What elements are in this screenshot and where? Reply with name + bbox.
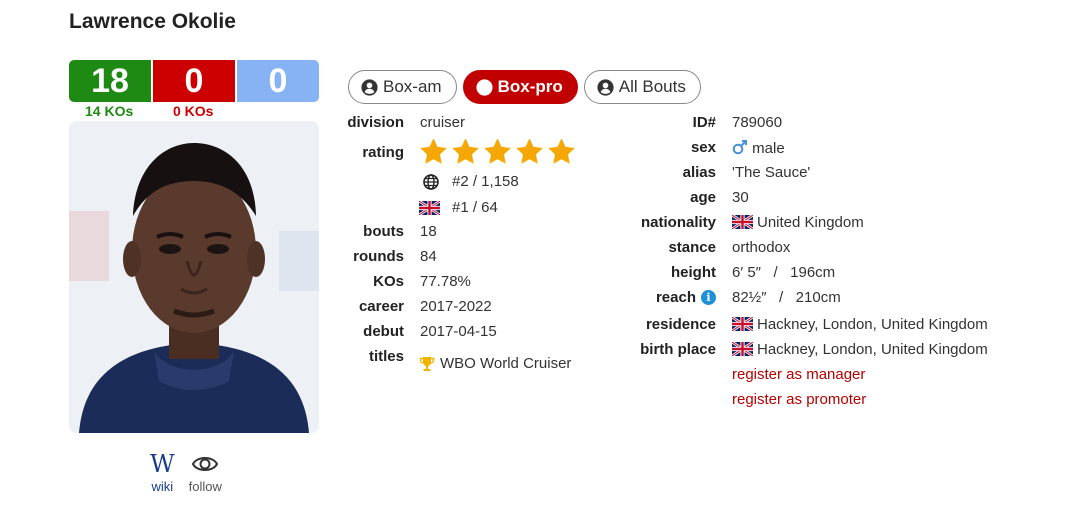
- follow-link[interactable]: follow: [189, 451, 222, 494]
- nationality-value-wrap: United Kingdom: [732, 214, 864, 231]
- star-icon: [450, 136, 481, 167]
- info-icon[interactable]: i: [701, 290, 716, 305]
- reach-label: reach: [655, 289, 696, 306]
- sex-value: male: [752, 140, 785, 157]
- birth-place-label: birth place: [640, 341, 716, 358]
- titles-value: WBO World Cruiser: [440, 355, 572, 372]
- debut-value: 2017-04-15: [420, 323, 497, 340]
- losses-count: 0: [151, 60, 235, 102]
- trophy-icon: [419, 357, 435, 371]
- eye-icon: [192, 457, 219, 471]
- wins-kos: 14 KOs: [85, 103, 134, 119]
- tab-label: All Bouts: [618, 77, 686, 96]
- birth-place-value: Hackney, London, United Kingdom: [757, 341, 988, 358]
- wins-count: 18: [69, 60, 151, 102]
- wiki-link[interactable]: W wiki: [150, 451, 175, 494]
- rounds-value: 84: [420, 248, 437, 265]
- residence-value-wrap: Hackney, London, United Kingdom: [732, 316, 988, 333]
- id-label: ID#: [692, 114, 716, 131]
- world-rank: #2 / 1,158: [452, 173, 519, 190]
- debut-label: debut: [363, 323, 404, 340]
- career-value: 2017-2022: [420, 298, 492, 315]
- rounds-label: rounds: [353, 248, 404, 265]
- record-summary: 18 0 0: [69, 60, 319, 102]
- user-icon: [476, 79, 493, 96]
- wiki-label: wiki: [151, 479, 174, 494]
- stance-value: orthodox: [732, 239, 791, 256]
- titles-label: titles: [368, 348, 404, 365]
- tab-label: Box-am: [383, 77, 442, 96]
- tab-label: Box-pro: [497, 77, 563, 96]
- wikipedia-icon: W: [150, 450, 175, 478]
- sex-value-wrap: male: [732, 139, 785, 157]
- tab-box-pro[interactable]: Box-pro: [462, 70, 578, 104]
- register-manager-link[interactable]: register as manager: [732, 366, 865, 383]
- height-value: 6′ 5″ / 196cm: [732, 264, 836, 281]
- draws-count: 0: [235, 60, 319, 102]
- division-value: cruiser: [420, 114, 466, 131]
- nationality-value: United Kingdom: [757, 214, 864, 231]
- sex-label: sex: [690, 139, 716, 156]
- boxer-name: Lawrence Okolie: [69, 10, 236, 33]
- reach-value: 82½″ / 210cm: [732, 289, 841, 306]
- tab-all-bouts[interactable]: All Bouts: [583, 70, 701, 104]
- tab-box-am[interactable]: Box-am: [348, 70, 457, 104]
- career-label: career: [358, 298, 404, 315]
- id-value: 789060: [732, 114, 783, 131]
- stance-label: stance: [668, 239, 716, 256]
- age-value: 30: [732, 189, 749, 206]
- alias-value: 'The Sauce': [732, 164, 811, 181]
- star-icon: [418, 136, 449, 167]
- star-icon: [482, 136, 513, 167]
- alias-label: alias: [682, 164, 716, 181]
- user-icon: [597, 79, 614, 96]
- nationality-label: nationality: [640, 214, 716, 231]
- boxer-photo: [69, 121, 319, 433]
- kos-value: 77.78%: [420, 273, 471, 290]
- uk-flag-icon: [732, 317, 753, 331]
- globe-icon: [423, 174, 439, 190]
- division-label: division: [347, 114, 404, 131]
- rating-label: rating: [362, 144, 404, 161]
- losses-kos: 0 KOs: [173, 103, 214, 119]
- residence-label: residence: [645, 316, 716, 333]
- country-rank: #1 / 64: [452, 199, 498, 216]
- bouts-value: 18: [420, 223, 437, 240]
- kos-label: KOs: [373, 273, 404, 290]
- bouts-label: bouts: [363, 223, 404, 240]
- uk-flag-icon: [419, 201, 440, 215]
- height-label: height: [671, 264, 716, 281]
- uk-flag-icon: [732, 342, 753, 356]
- residence-value: Hackney, London, United Kingdom: [757, 316, 988, 333]
- record-tabs: Box-am Box-pro All Bouts: [348, 70, 701, 104]
- rating-stars: [418, 136, 577, 167]
- register-promoter-link[interactable]: register as promoter: [732, 391, 866, 408]
- male-icon: [732, 140, 747, 155]
- reach-label-wrap: reach i: [656, 289, 716, 306]
- birth-place-value-wrap: Hackney, London, United Kingdom: [732, 341, 988, 358]
- star-icon: [546, 136, 577, 167]
- follow-label: follow: [188, 479, 222, 494]
- star-icon: [514, 136, 545, 167]
- user-icon: [361, 79, 378, 96]
- uk-flag-icon: [732, 215, 753, 229]
- age-label: age: [690, 189, 716, 206]
